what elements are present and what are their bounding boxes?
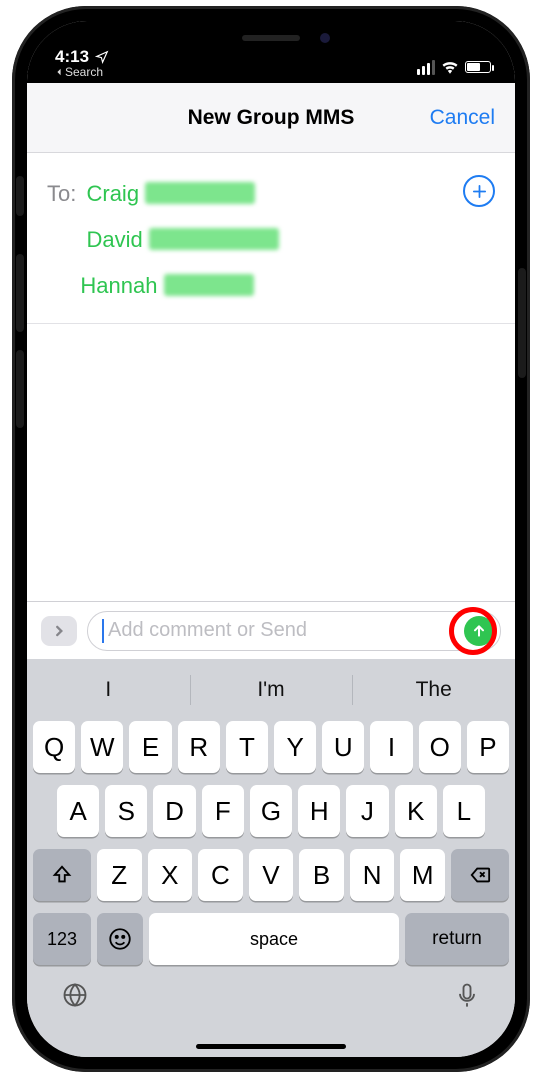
navbar: New Group MMS Cancel (27, 83, 515, 153)
prediction-bar: I I'm The (27, 665, 515, 715)
expand-apps-button[interactable] (41, 616, 77, 646)
device-frame: 4:13 Search New Group MMS Cancel To: (12, 6, 530, 1072)
microphone-icon (453, 981, 481, 1009)
recipient-chip[interactable]: David (86, 227, 142, 252)
key-b[interactable]: B (299, 849, 344, 901)
key-delete[interactable] (451, 849, 509, 901)
key-s[interactable]: S (105, 785, 147, 837)
key-a[interactable]: A (57, 785, 99, 837)
send-button[interactable] (464, 616, 494, 646)
key-shift[interactable] (33, 849, 91, 901)
battery-icon (465, 61, 491, 73)
key-p[interactable]: P (467, 721, 509, 773)
key-row-4: 123 space return (27, 907, 515, 971)
key-g[interactable]: G (250, 785, 292, 837)
backspace-icon (469, 864, 491, 886)
key-k[interactable]: K (395, 785, 437, 837)
cell-signal-icon (417, 60, 435, 75)
screen: 4:13 Search New Group MMS Cancel To: (27, 21, 515, 1057)
location-icon (95, 50, 109, 64)
keyboard-dock (27, 971, 515, 1029)
key-row-1: Q W E R T Y U I O P (27, 715, 515, 779)
key-t[interactable]: T (226, 721, 268, 773)
cancel-button[interactable]: Cancel (430, 106, 495, 130)
back-to-search[interactable]: Search (55, 65, 109, 79)
recipient-chip[interactable]: Hannah (80, 273, 157, 298)
key-o[interactable]: O (419, 721, 461, 773)
key-numbers[interactable]: 123 (33, 913, 91, 965)
key-f[interactable]: F (202, 785, 244, 837)
key-r[interactable]: R (178, 721, 220, 773)
chevron-right-icon (52, 624, 66, 638)
switch-keyboard-button[interactable] (61, 981, 89, 1014)
to-label: To: (47, 181, 76, 206)
key-emoji[interactable] (97, 913, 143, 965)
key-m[interactable]: M (400, 849, 445, 901)
keyboard: I I'm The Q W E R T Y U I O P A S D F (27, 659, 515, 1057)
key-x[interactable]: X (148, 849, 193, 901)
prediction[interactable]: The (352, 665, 515, 715)
key-u[interactable]: U (322, 721, 364, 773)
prediction[interactable]: I (27, 665, 190, 715)
emoji-icon (107, 926, 133, 952)
back-label: Search (65, 65, 103, 79)
page-title: New Group MMS (188, 106, 355, 130)
key-c[interactable]: C (198, 849, 243, 901)
message-input[interactable]: Add comment or Send (87, 611, 501, 651)
status-time: 4:13 (55, 47, 89, 67)
globe-icon (61, 981, 89, 1009)
key-q[interactable]: Q (33, 721, 75, 773)
add-contact-button[interactable] (463, 175, 495, 207)
key-return[interactable]: return (405, 913, 509, 965)
key-y[interactable]: Y (274, 721, 316, 773)
key-v[interactable]: V (249, 849, 294, 901)
wifi-icon (441, 60, 459, 74)
recipient-chip[interactable]: Craig (86, 181, 139, 206)
key-row-2: A S D F G H J K L (27, 779, 515, 843)
arrow-up-icon (471, 623, 487, 639)
key-j[interactable]: J (346, 785, 388, 837)
key-n[interactable]: N (350, 849, 395, 901)
text-cursor (102, 619, 104, 643)
dictation-button[interactable] (453, 981, 481, 1014)
key-row-3: Z X C V B N M (27, 843, 515, 907)
key-space[interactable]: space (149, 913, 399, 965)
key-w[interactable]: W (81, 721, 123, 773)
prediction[interactable]: I'm (190, 665, 353, 715)
key-e[interactable]: E (129, 721, 171, 773)
key-l[interactable]: L (443, 785, 485, 837)
key-i[interactable]: I (370, 721, 412, 773)
shift-icon (51, 864, 73, 886)
plus-icon (471, 183, 488, 200)
home-indicator[interactable] (196, 1044, 346, 1049)
message-placeholder: Add comment or Send (108, 619, 464, 642)
recipients-field[interactable]: To: Craig To: David To Hannah (27, 153, 515, 324)
key-z[interactable]: Z (97, 849, 142, 901)
notch (156, 21, 386, 55)
compose-bar: Add comment or Send (27, 601, 515, 659)
key-d[interactable]: D (153, 785, 195, 837)
key-h[interactable]: H (298, 785, 340, 837)
